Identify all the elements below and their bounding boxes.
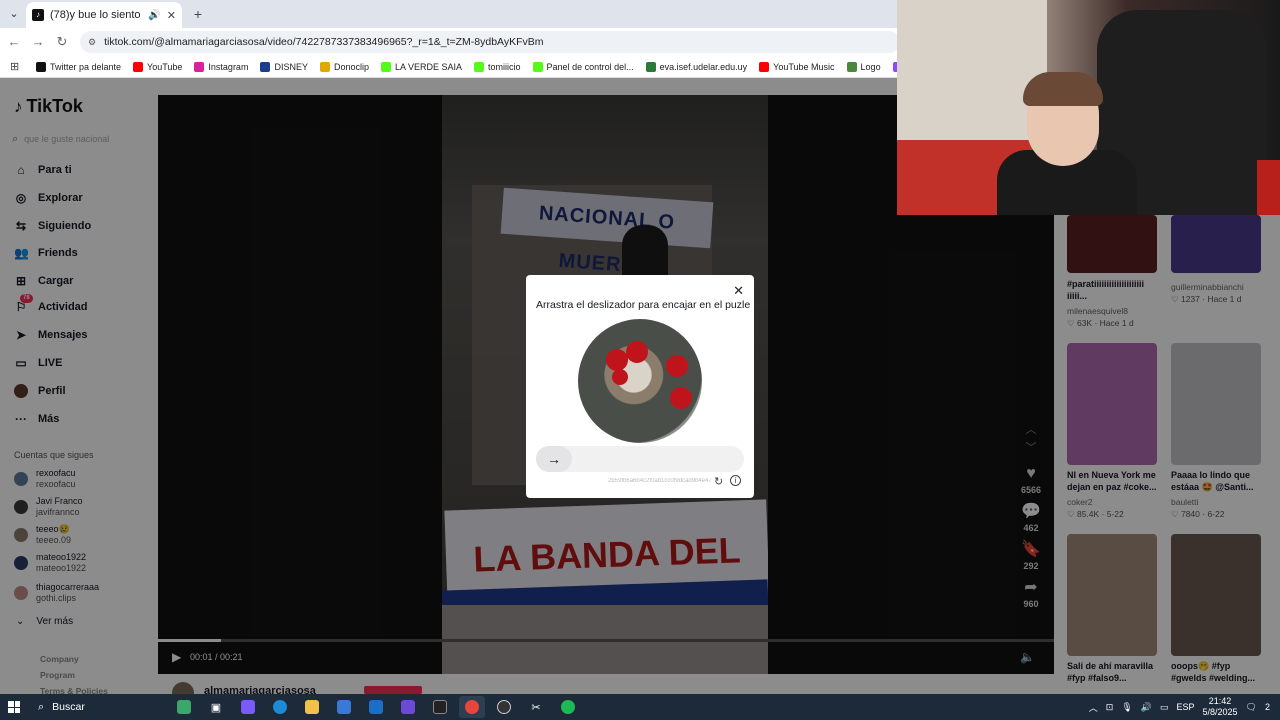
captcha-rose — [670, 387, 692, 409]
bookmark-label: Panel de control del... — [546, 61, 634, 72]
network-icon[interactable]: ⊡ — [1106, 702, 1114, 713]
captcha-rose — [626, 341, 648, 363]
microphone-icon[interactable]: 🎙 — [1121, 702, 1132, 713]
bookmark-label: tomiiicio — [488, 61, 521, 72]
bookmark-label: Twitter pa delante — [50, 61, 122, 72]
url-bar[interactable]: ⚙ tiktok.com/@almamariagarciasosa/video/… — [80, 31, 900, 53]
bookmark-favicon-icon — [474, 61, 485, 72]
epic-games-icon[interactable] — [427, 696, 453, 718]
clock[interactable]: 21:42 5/8/2025 — [1203, 696, 1238, 718]
refresh-icon[interactable]: ↻ — [714, 475, 723, 488]
notifications-icon[interactable]: 🗨 — [1246, 702, 1257, 713]
store-icon[interactable] — [331, 696, 357, 718]
chrome-icon[interactable] — [459, 696, 485, 718]
captcha-title: Arrastra el deslizador para encajar en e… — [536, 299, 751, 311]
speaker-icon[interactable]: 🔊 — [1141, 702, 1152, 713]
bookmark-item[interactable]: Twitter pa delante — [36, 61, 122, 72]
bookmark-item[interactable]: LA VERDE SAIA — [381, 61, 463, 72]
webcam-overlay — [897, 0, 1280, 215]
bookmark-item[interactable]: eva.isef.udelar.edu.uy — [645, 61, 748, 72]
tiktok-favicon-icon: ♪ — [32, 9, 44, 21]
bookmark-item[interactable]: Donoclip — [319, 61, 369, 72]
captcha-dialog: ✕ Arrastra el deslizador para encajar en… — [526, 275, 754, 498]
widgets-icon[interactable] — [171, 696, 197, 718]
edge-icon[interactable] — [267, 696, 293, 718]
capcut-icon[interactable]: ✂ — [523, 696, 549, 718]
task-view-icon[interactable]: ▣ — [203, 696, 229, 718]
captcha-rose — [606, 349, 628, 371]
windows-logo-icon — [8, 701, 20, 713]
close-icon[interactable]: ✕ — [733, 283, 744, 299]
bookmark-favicon-icon — [194, 61, 205, 72]
bookmark-favicon-icon — [759, 61, 770, 72]
back-arrow-icon[interactable]: ← — [6, 34, 22, 50]
system-tray: ︿ ⊡ 🎙 🔊 ▭ ESP 21:42 5/8/2025 🗨 2 — [1089, 694, 1280, 720]
captcha-slider-handle[interactable]: → — [536, 446, 572, 472]
bookmark-item[interactable]: YouTube Music — [759, 61, 835, 72]
bookmark-favicon-icon — [645, 61, 656, 72]
bookmark-favicon-icon — [36, 61, 46, 72]
tab-close-icon[interactable]: ✕ — [167, 9, 176, 22]
forward-arrow-icon[interactable]: → — [30, 34, 46, 50]
bookmark-favicon-icon — [846, 61, 857, 72]
taskbar-search-label: Buscar — [52, 701, 85, 713]
display-icon[interactable]: ▭ — [1160, 702, 1169, 713]
captcha-id: 2b59fb6a6b4c2f0ab1cc0f9dcad9b4e47 — [608, 478, 712, 484]
bookmark-item[interactable]: Logo — [846, 61, 881, 72]
url-text: tiktok.com/@almamariagarciasosa/video/74… — [104, 36, 544, 48]
file-explorer-icon[interactable] — [299, 696, 325, 718]
bookmark-favicon-icon — [260, 61, 271, 72]
webcam-person-hair — [1023, 72, 1103, 106]
bookmark-label: Donoclip — [333, 61, 369, 72]
bookmark-item[interactable]: tomiiicio — [474, 61, 521, 72]
captcha-rose — [612, 369, 628, 385]
new-tab-button[interactable]: + — [188, 4, 208, 24]
bookmark-item[interactable]: Panel de control del... — [532, 61, 634, 72]
windows-taskbar: ⌕ Buscar ▣ ✂ ︿ ⊡ 🎙 🔊 ▭ ESP 21:42 5/8/202… — [0, 694, 1280, 720]
bookmark-label: YouTube — [147, 61, 183, 72]
bookmark-label: LA VERDE SAIA — [395, 61, 463, 72]
taskbar-search[interactable]: ⌕ Buscar — [28, 694, 168, 720]
site-info-icon[interactable]: ⚙ — [88, 37, 96, 48]
bookmark-favicon-icon — [133, 61, 144, 72]
captcha-puzzle-image — [578, 319, 702, 443]
tab-audio-icon[interactable]: 🔊 — [148, 10, 160, 21]
bookmark-favicon-icon — [381, 61, 391, 72]
search-icon: ⌕ — [38, 700, 45, 713]
bookmark-label: eva.isef.udelar.edu.uy — [659, 61, 748, 72]
obs-icon[interactable] — [491, 696, 517, 718]
tab-list-chevron-icon[interactable]: ⌄ — [4, 4, 24, 24]
tab-title: (78)y bue lo siento le guste — [50, 9, 142, 21]
bookmark-item[interactable]: Instagram — [194, 61, 249, 72]
bookmark-item[interactable]: YouTube — [133, 61, 183, 72]
clock-time: 21:42 — [1208, 696, 1232, 706]
apps-grid-icon[interactable]: ⊞ — [10, 61, 22, 73]
bookmark-item[interactable]: DISNEY — [260, 61, 308, 72]
captcha-slider-track[interactable]: → — [536, 446, 744, 472]
app-icon[interactable] — [395, 696, 421, 718]
tray-chevron-up-icon[interactable]: ︿ — [1089, 701, 1098, 714]
bookmark-label: Logo — [860, 61, 881, 72]
browser-tab-active[interactable]: ♪ (78)y bue lo siento le guste 🔊 ✕ — [26, 2, 182, 28]
notification-count: 2 — [1264, 702, 1270, 712]
bookmark-favicon-icon — [532, 61, 543, 72]
bookmark-label: YouTube Music — [773, 61, 835, 72]
bookmark-label: Instagram — [208, 61, 249, 72]
language-indicator[interactable]: ESP — [1176, 702, 1194, 712]
start-button[interactable] — [0, 694, 28, 720]
bookmark-label: DISNEY — [274, 61, 308, 72]
webcam-red-object — [1257, 160, 1280, 215]
outlook-icon[interactable] — [363, 696, 389, 718]
info-icon[interactable]: i — [730, 475, 741, 486]
copilot-icon[interactable] — [235, 696, 261, 718]
clock-date: 5/8/2025 — [1202, 707, 1238, 717]
spotify-icon[interactable] — [555, 696, 581, 718]
reload-icon[interactable]: ↻ — [54, 34, 70, 50]
captcha-rose — [666, 355, 688, 377]
bookmark-favicon-icon — [319, 61, 330, 72]
